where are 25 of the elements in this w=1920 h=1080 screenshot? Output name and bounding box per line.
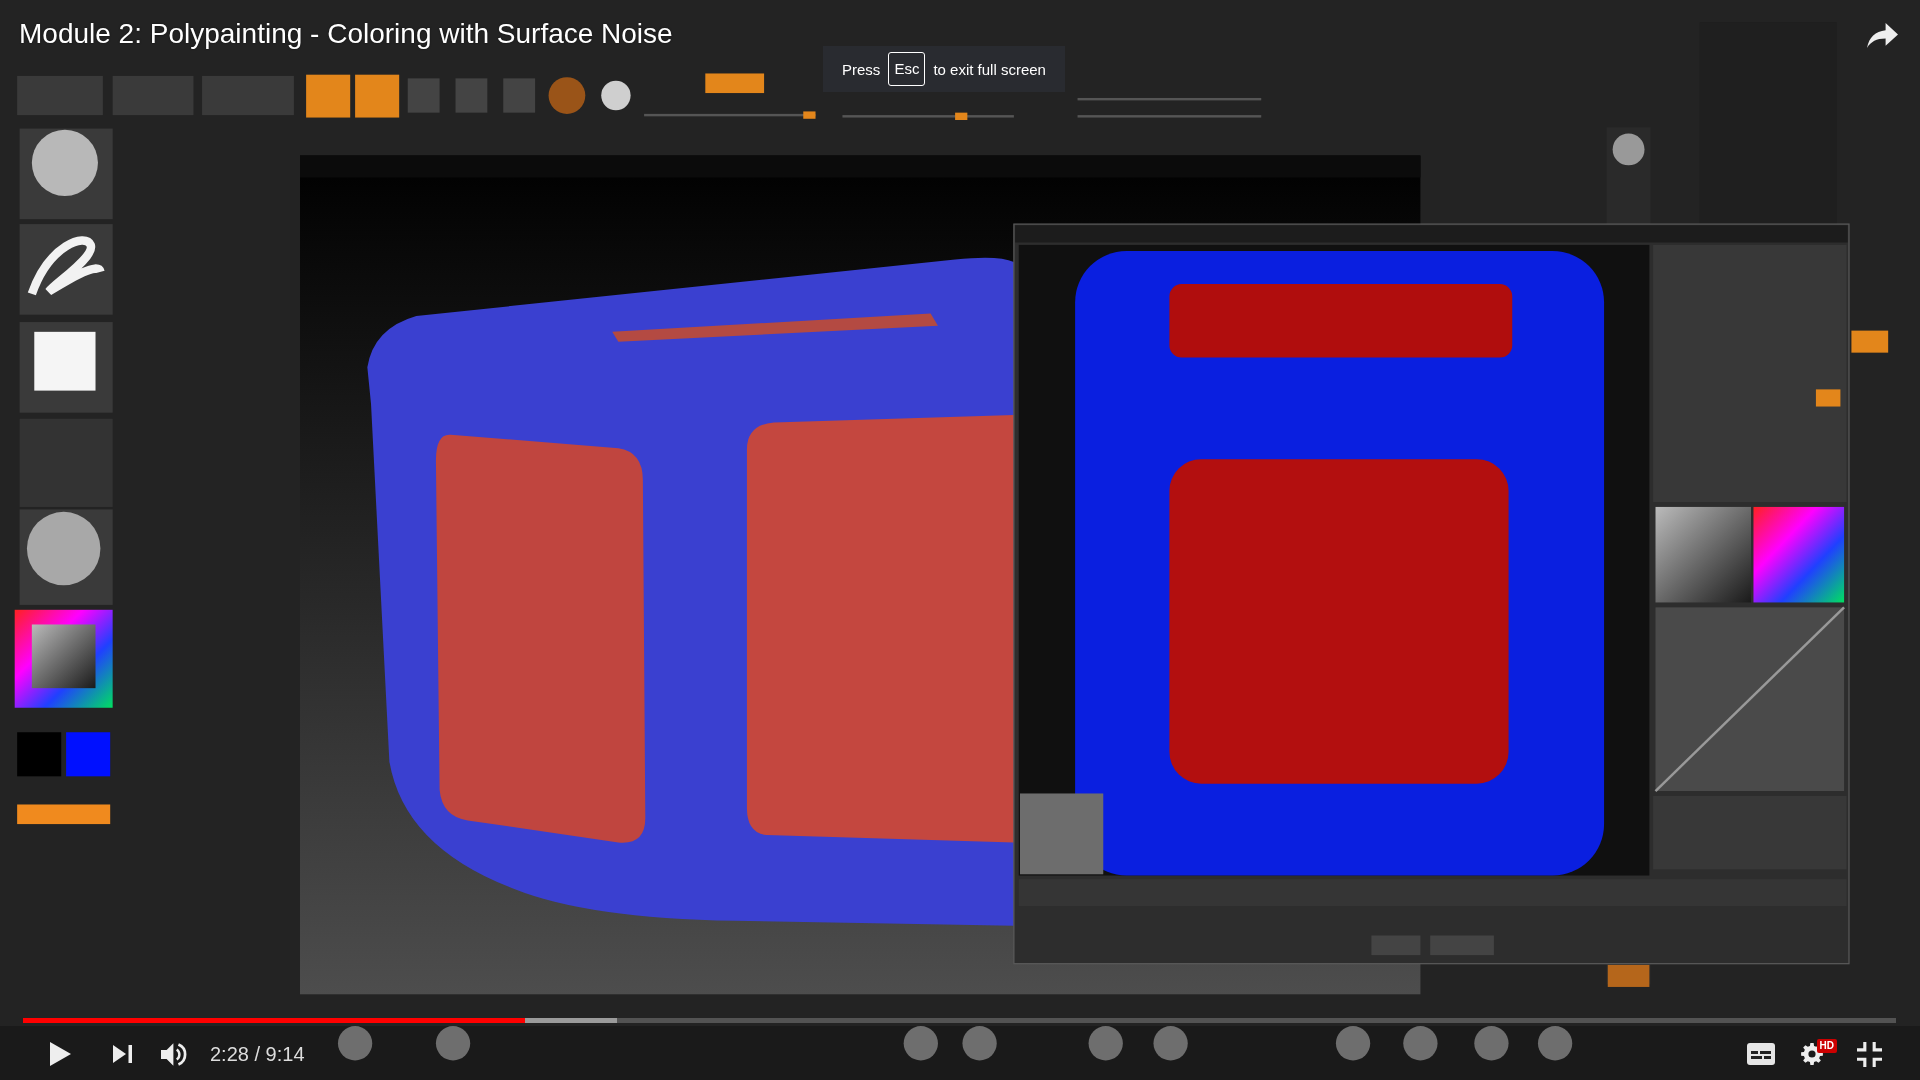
skip-next-icon [112,1045,132,1063]
volume-icon [160,1041,188,1067]
sphere-drawing [1474,1026,1509,1061]
sphere-drawing [1088,1026,1123,1061]
time-display: 2:28 / 9:14 [210,1042,305,1066]
settings-button[interactable]: HD [1796,1034,1840,1074]
sphere-drawing [337,1026,373,1061]
progress-track[interactable] [23,1018,1896,1023]
sphere-drawing [903,1026,938,1061]
sphere-drawing [1403,1026,1438,1061]
exit-fullscreen-icon [1856,1041,1882,1067]
sphere-drawing [962,1026,997,1061]
play-icon [49,1042,71,1066]
video-title: Module 2: Polypainting - Coloring with Surface Noise [19,17,673,51]
notice-text: to exit full screen [933,60,1046,78]
share-icon [1867,23,1898,48]
sphere-drawing [435,1026,471,1061]
notice-text: Press [842,60,881,78]
sphere-drawing [1537,1026,1573,1061]
share-button[interactable] [1867,23,1898,48]
hd-badge: HD [1816,1039,1837,1053]
esc-key: Esc [888,52,926,86]
sphere-drawing [1335,1026,1371,1061]
sphere-drawing [1153,1026,1188,1061]
subtitles-icon [1747,1043,1775,1065]
